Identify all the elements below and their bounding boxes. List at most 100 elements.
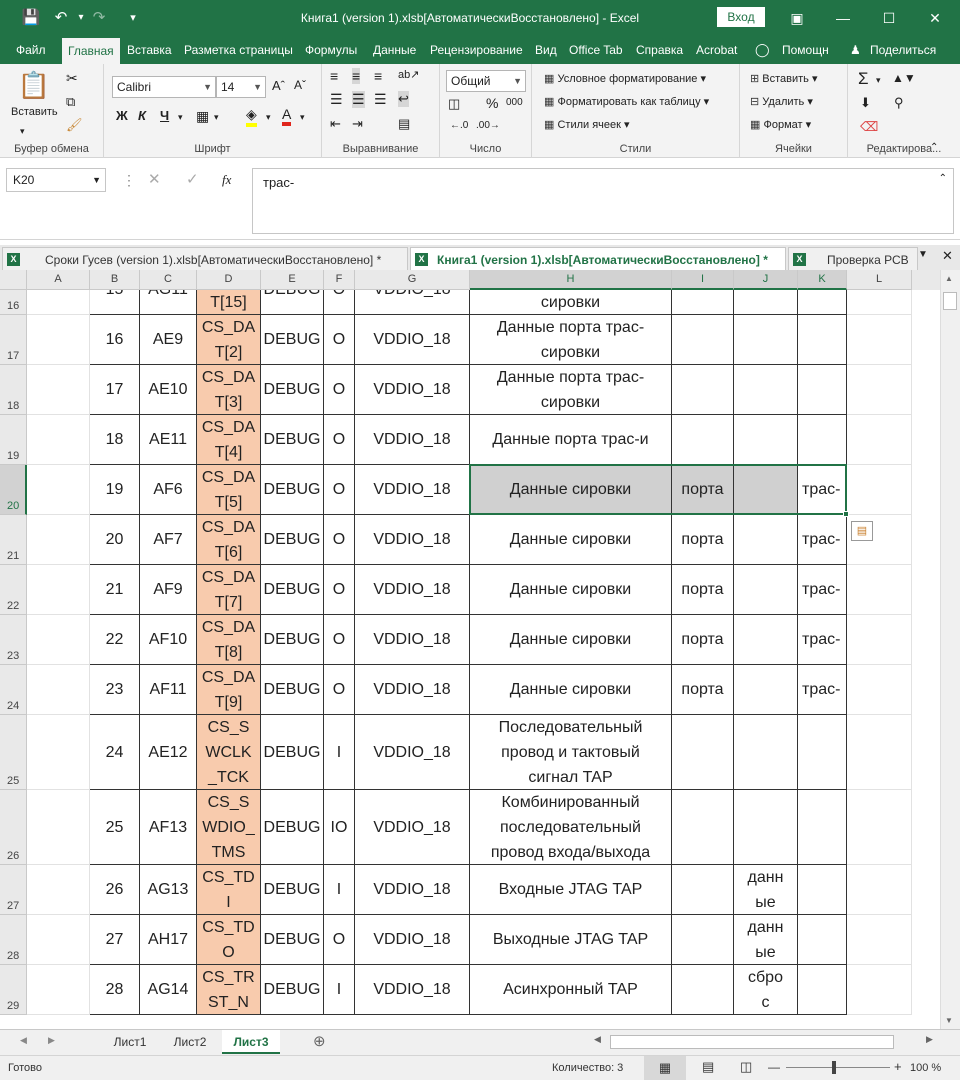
tab-list-icon[interactable]: ▼ bbox=[918, 249, 928, 260]
cell-c-row[interactable]: AE11 bbox=[140, 415, 197, 465]
cell-b-row[interactable]: 24 bbox=[90, 715, 140, 790]
cell-k-row[interactable]: трас- bbox=[798, 615, 847, 665]
row-header[interactable]: 19 bbox=[0, 415, 27, 465]
close-icon[interactable]: ✕ bbox=[912, 0, 958, 36]
tab-data[interactable]: Данные bbox=[373, 36, 416, 64]
cell-d-row[interactable]: CS_DAT[3] bbox=[197, 365, 261, 415]
cell-i-row[interactable]: порта bbox=[672, 465, 734, 515]
cell-j-row[interactable] bbox=[734, 315, 798, 365]
cell-g-row[interactable]: VDDIO_18 bbox=[355, 665, 470, 715]
cell-f-row[interactable]: O bbox=[324, 615, 355, 665]
horizontal-scroll-thumb[interactable] bbox=[610, 1035, 894, 1049]
font-shrink-icon[interactable]: Aˇ bbox=[294, 78, 306, 92]
maximize-icon[interactable]: ☐ bbox=[866, 0, 912, 36]
percent-button[interactable]: % bbox=[486, 95, 498, 111]
row-header[interactable]: 18 bbox=[0, 365, 27, 415]
column-header-h[interactable]: H bbox=[470, 270, 672, 290]
cell-h-row[interactable]: Данные сировки bbox=[470, 515, 672, 565]
zoom-out-icon[interactable]: — bbox=[768, 1060, 780, 1074]
cell-i-row[interactable] bbox=[672, 365, 734, 415]
borders-icon[interactable]: ▦ bbox=[196, 108, 209, 125]
cell-j-row[interactable] bbox=[734, 365, 798, 415]
cell-l-row[interactable] bbox=[847, 465, 912, 515]
cell-g-row[interactable]: VDDIO_18 bbox=[355, 515, 470, 565]
cell-d-row[interactable]: CS_TDI bbox=[197, 865, 261, 915]
cell-b-row[interactable]: 18 bbox=[90, 415, 140, 465]
paste-icon[interactable]: 📋 bbox=[14, 70, 54, 102]
cell-c-row[interactable]: AG11 bbox=[140, 290, 197, 315]
tab-view[interactable]: Вид bbox=[535, 36, 557, 64]
cell-f-row[interactable]: O bbox=[324, 665, 355, 715]
cell-h-row[interactable]: Данные сировки bbox=[470, 565, 672, 615]
cell-e-row[interactable]: DEBUG bbox=[261, 915, 324, 965]
tab-tell-me[interactable]: Помощн bbox=[782, 36, 829, 64]
currency-icon[interactable]: ◫ bbox=[448, 96, 460, 112]
column-header-j[interactable]: J bbox=[734, 270, 798, 290]
cell-c-row[interactable]: AF7 bbox=[140, 515, 197, 565]
insert-cells-button[interactable]: ⊞ Вставить ▾ bbox=[750, 72, 818, 85]
align-left-icon[interactable]: ☰ bbox=[330, 91, 343, 108]
chevron-down-icon[interactable]: ▾ bbox=[876, 75, 881, 86]
cell-i-row[interactable] bbox=[672, 915, 734, 965]
row-header[interactable]: 27 bbox=[0, 865, 27, 915]
cell-l-row[interactable] bbox=[847, 665, 912, 715]
font-color-icon[interactable]: A bbox=[282, 106, 292, 126]
column-header-l[interactable]: L bbox=[847, 270, 912, 290]
cell-j-row[interactable] bbox=[734, 515, 798, 565]
cell-d-row[interactable]: CS_DAT[8] bbox=[197, 615, 261, 665]
format-cells-button[interactable]: ▦ Формат ▾ bbox=[750, 118, 811, 131]
cell-h-row[interactable]: Комбинированный последовательный провод … bbox=[470, 790, 672, 865]
tab-acrobat[interactable]: Acrobat bbox=[696, 36, 737, 64]
cell-k-row[interactable] bbox=[798, 715, 847, 790]
conditional-formatting-button[interactable]: ▦ Условное форматирование ▾ bbox=[544, 72, 706, 85]
underline-button[interactable]: Ч bbox=[160, 108, 169, 123]
cell-b-row[interactable]: 26 bbox=[90, 865, 140, 915]
row-header[interactable]: 29 bbox=[0, 965, 27, 1015]
decrease-decimal-icon[interactable]: .00→ bbox=[476, 120, 500, 131]
enter-icon[interactable]: ✓ bbox=[186, 170, 199, 188]
cell-h-row[interactable]: Данные порта трас-сировки bbox=[470, 290, 672, 315]
scroll-up-icon[interactable]: ▲ bbox=[945, 274, 953, 283]
row-header[interactable]: 16 bbox=[0, 290, 27, 315]
cell-k-row[interactable] bbox=[798, 415, 847, 465]
cell-c-row[interactable]: AG13 bbox=[140, 865, 197, 915]
chevron-down-icon[interactable]: ▾ bbox=[178, 112, 183, 123]
page-break-view-icon[interactable]: ◫ bbox=[740, 1059, 752, 1075]
cell-f-row[interactable]: I bbox=[324, 865, 355, 915]
cell-i-row[interactable]: порта bbox=[672, 565, 734, 615]
cell-k-row[interactable] bbox=[798, 790, 847, 865]
normal-view-icon[interactable]: ▦ bbox=[644, 1056, 686, 1080]
cell-b-row[interactable]: 20 bbox=[90, 515, 140, 565]
font-grow-icon[interactable]: Aˆ bbox=[272, 78, 285, 93]
prev-sheet-icon[interactable]: ◀ bbox=[20, 1035, 27, 1046]
column-header-i[interactable]: I bbox=[672, 270, 734, 290]
cell-e-row[interactable]: DEBUG bbox=[261, 665, 324, 715]
tab-page-layout[interactable]: Разметка страницы bbox=[184, 36, 293, 64]
cell-j-row[interactable] bbox=[734, 290, 798, 315]
redo-icon[interactable]: ↷ bbox=[88, 6, 110, 30]
column-header-b[interactable]: B bbox=[90, 270, 140, 290]
cell-d-row[interactable]: CS_DAT[5] bbox=[197, 465, 261, 515]
tab-formulas[interactable]: Формулы bbox=[305, 36, 357, 64]
cell-g-row[interactable]: VDDIO_18 bbox=[355, 565, 470, 615]
sheet-tab[interactable]: Лист1 bbox=[102, 1030, 158, 1054]
cell-k-row[interactable] bbox=[798, 315, 847, 365]
align-bottom-icon[interactable]: ≡ bbox=[374, 68, 382, 84]
cancel-icon[interactable]: ✕ bbox=[148, 170, 161, 188]
cell-c-row[interactable]: AE12 bbox=[140, 715, 197, 790]
collapse-formula-icon[interactable]: ⌃ bbox=[939, 173, 947, 184]
cell-f-row[interactable]: O bbox=[324, 515, 355, 565]
increase-decimal-icon[interactable]: ←.0 bbox=[450, 120, 468, 131]
cell-k-row[interactable] bbox=[798, 915, 847, 965]
cell-a-row[interactable] bbox=[27, 965, 90, 1015]
format-painter-icon[interactable]: 🖌 bbox=[66, 117, 83, 133]
autosum-icon[interactable]: Σ bbox=[858, 69, 869, 89]
cell-f-row[interactable]: O bbox=[324, 565, 355, 615]
cell-f-row[interactable]: O bbox=[324, 315, 355, 365]
sheet-tab[interactable]: Лист2 bbox=[162, 1030, 218, 1054]
cell-f-row[interactable]: I bbox=[324, 965, 355, 1015]
merge-cells-icon[interactable]: ▤ bbox=[398, 116, 410, 132]
cell-h-row[interactable]: Данные сировки bbox=[470, 615, 672, 665]
cell-d-row[interactable]: CS_DAT[2] bbox=[197, 315, 261, 365]
cell-f-row[interactable]: I bbox=[324, 715, 355, 790]
